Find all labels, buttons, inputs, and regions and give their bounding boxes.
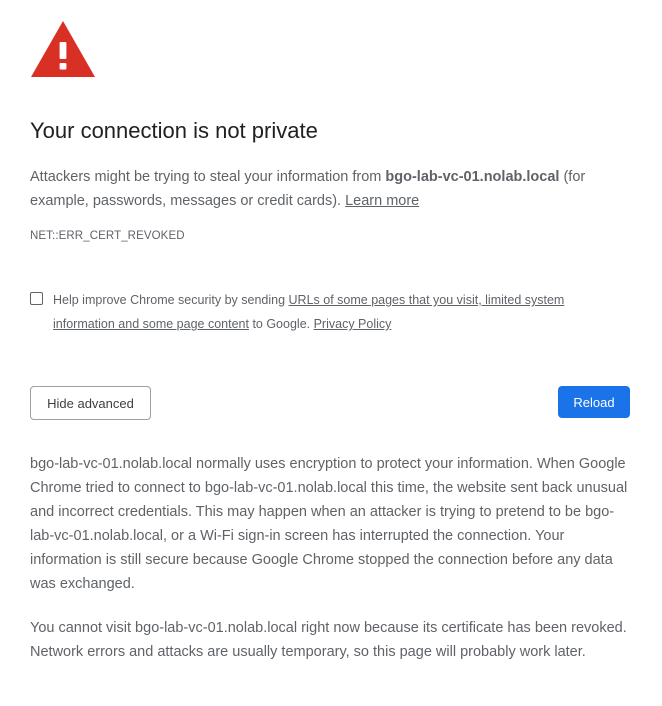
optin-text-before: Help improve Chrome security by sending (53, 293, 289, 307)
optin-text: Help improve Chrome security by sending … (53, 288, 613, 336)
details-paragraph-1: bgo-lab-vc-01.nolab.local normally uses … (30, 456, 628, 592)
intro-host: bgo-lab-vc-01.nolab.local (385, 169, 560, 185)
optin-checkbox[interactable] (30, 292, 43, 305)
learn-more-link[interactable]: Learn more (345, 193, 419, 209)
error-code: NET::ERR_CERT_REVOKED (30, 230, 185, 242)
optin-text-middle: to Google. (248, 317, 314, 331)
details-paragraph-2: You cannot visit bgo-lab-vc-01.nolab.loc… (30, 620, 627, 660)
warning-triangle-icon (31, 21, 95, 77)
hide-advanced-button[interactable]: Hide advanced (30, 386, 151, 420)
reload-button[interactable]: Reload (558, 386, 630, 418)
page-title: Your connection is not private (30, 118, 318, 143)
intro-text: Attackers might be trying to steal your … (30, 165, 630, 213)
privacy-policy-link[interactable]: Privacy Policy (314, 317, 392, 331)
intro-text-before: Attackers might be trying to steal your … (30, 169, 386, 185)
